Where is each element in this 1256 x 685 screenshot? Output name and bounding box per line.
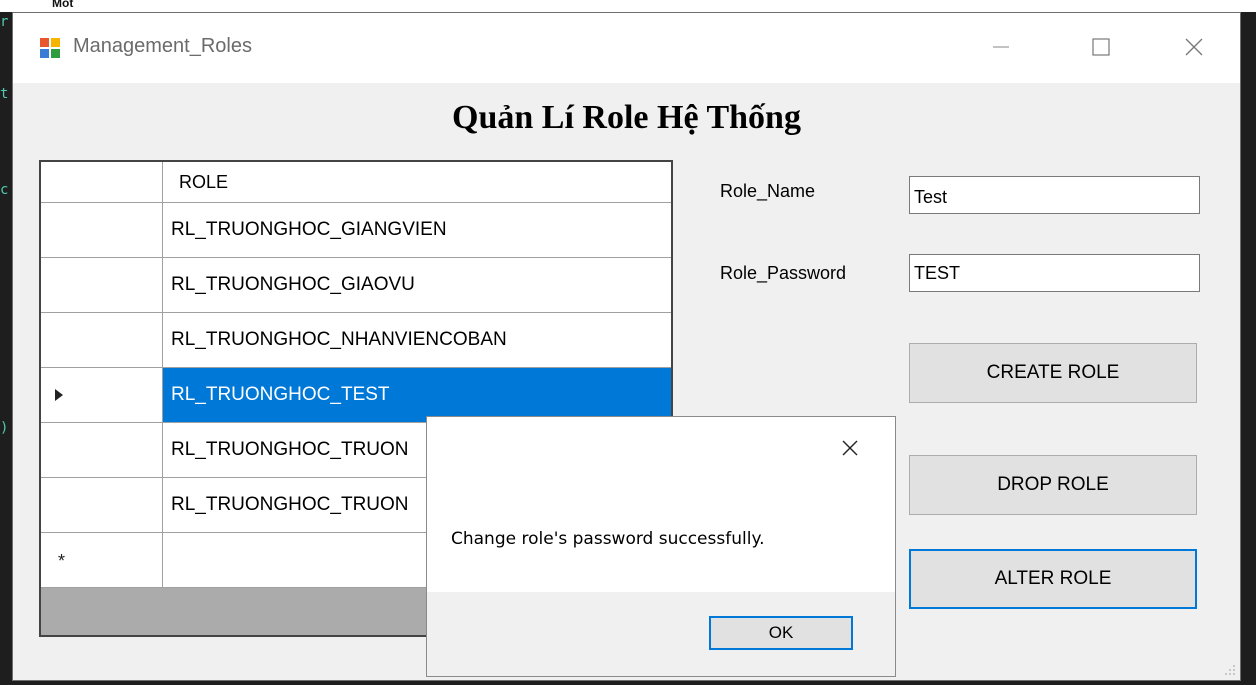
window-title: Management_Roles: [73, 35, 252, 57]
row-header-cell[interactable]: *: [41, 533, 163, 587]
close-button[interactable]: [1171, 27, 1217, 67]
table-row[interactable]: RL_TRUONGHOC_GIANGVIEN: [41, 203, 671, 258]
message-dialog: Change role's password successfully. OK: [426, 416, 896, 677]
row-header-cell[interactable]: [41, 368, 163, 422]
background-text: Mot: [52, 0, 74, 10]
table-row[interactable]: RL_TRUONGHOC_GIAOVU: [41, 258, 671, 313]
grid-header-row: ROLE: [41, 162, 671, 203]
role-password-label: Role_Password: [720, 263, 847, 283]
dialog-footer: OK: [427, 592, 895, 676]
row-header-cell[interactable]: [41, 203, 163, 257]
minimize-icon: [993, 46, 1009, 48]
close-icon: [842, 440, 858, 456]
role-cell[interactable]: RL_TRUONGHOC_GIANGVIEN: [163, 203, 671, 257]
new-row-marker: *: [58, 551, 66, 571]
background-glyph: r: [0, 14, 9, 30]
maximize-button[interactable]: [1078, 27, 1124, 67]
background-glyph: ): [0, 420, 9, 436]
column-header-role[interactable]: ROLE: [163, 162, 671, 202]
create-role-button[interactable]: CREATE ROLE: [909, 343, 1197, 403]
background-editor-strip: Mot: [0, 0, 1256, 12]
role-cell[interactable]: RL_TRUONGHOC_GIAOVU: [163, 258, 671, 312]
role-name-label: Role_Name: [720, 181, 816, 201]
grid-corner-cell[interactable]: [41, 162, 163, 202]
role-cell[interactable]: RL_TRUONGHOC_TEST: [163, 368, 671, 422]
drop-role-button[interactable]: DROP ROLE: [909, 455, 1197, 515]
row-header-cell[interactable]: [41, 258, 163, 312]
background-glyph: c: [0, 182, 9, 198]
app-icon: [40, 38, 60, 58]
dialog-message: Change role's password successfully.: [451, 529, 765, 549]
table-row-selected[interactable]: RL_TRUONGHOC_TEST: [41, 368, 671, 423]
alter-role-button[interactable]: ALTER ROLE: [909, 549, 1197, 609]
minimize-button[interactable]: [978, 27, 1024, 67]
role-password-input[interactable]: TEST: [909, 254, 1200, 292]
role-name-input[interactable]: Test: [909, 176, 1200, 214]
row-header-cell[interactable]: [41, 478, 163, 532]
row-header-cell[interactable]: [41, 423, 163, 477]
current-row-indicator-icon: [55, 389, 63, 401]
background-glyph: t: [0, 86, 9, 102]
close-icon: [1185, 38, 1203, 56]
page-title: Quản Lí Role Hệ Thống: [452, 99, 801, 136]
row-header-cell[interactable]: [41, 313, 163, 367]
table-row[interactable]: RL_TRUONGHOC_NHANVIENCOBAN: [41, 313, 671, 368]
title-bar[interactable]: Management_Roles: [13, 13, 1240, 83]
role-cell[interactable]: RL_TRUONGHOC_NHANVIENCOBAN: [163, 313, 671, 367]
ok-button[interactable]: OK: [709, 616, 853, 650]
dialog-close-button[interactable]: [835, 433, 865, 463]
resize-grip-icon[interactable]: [1224, 664, 1236, 676]
maximize-icon: [1092, 38, 1110, 56]
